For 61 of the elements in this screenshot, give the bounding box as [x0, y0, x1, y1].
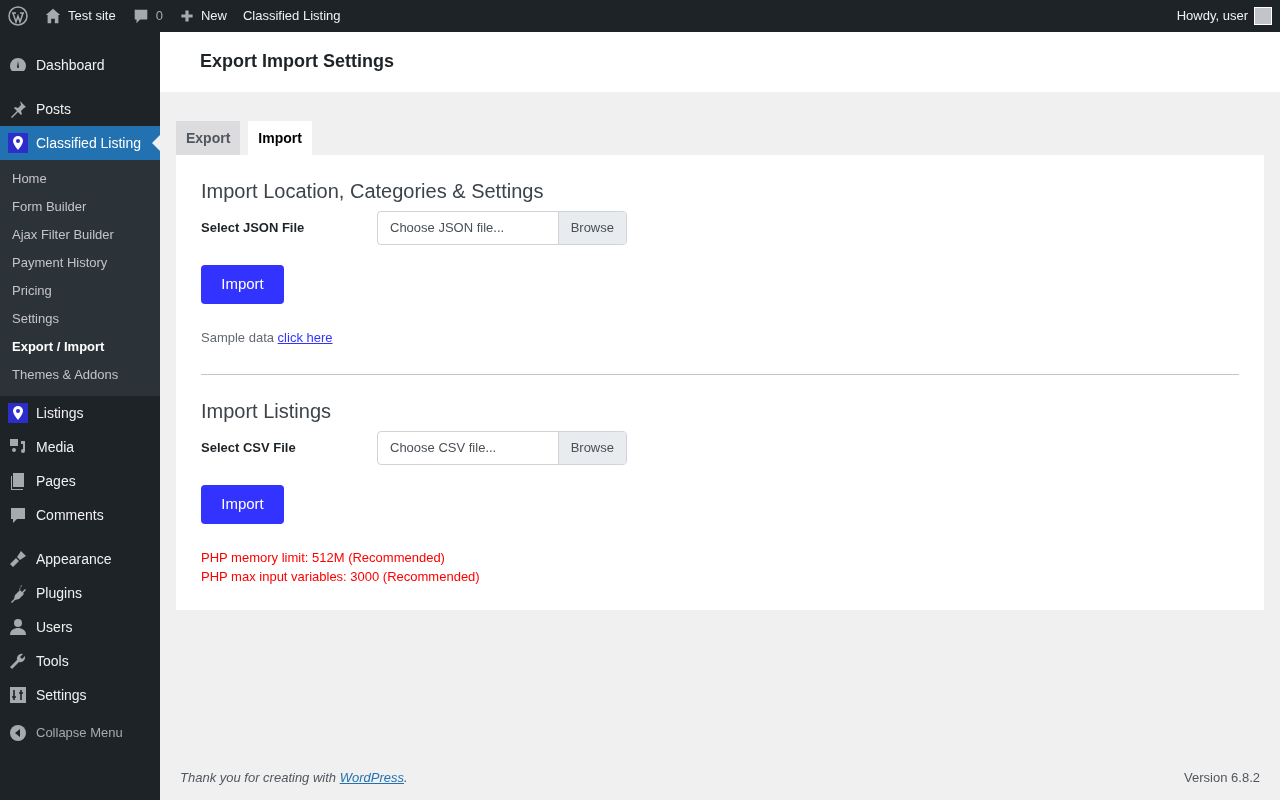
account-link[interactable]: Howdy, user: [1168, 0, 1280, 32]
new-link[interactable]: New: [170, 0, 235, 32]
avatar-icon: [1254, 7, 1272, 25]
sidebar-item[interactable]: Tools: [0, 644, 160, 678]
page-title: Export Import Settings: [200, 51, 394, 73]
wordpress-link[interactable]: WordPress: [339, 769, 404, 785]
sidebar-item[interactable]: Listings: [0, 396, 160, 430]
version-text: Version 6.8.2: [1184, 768, 1260, 787]
field-label: Select JSON File: [201, 219, 306, 238]
plugin-link[interactable]: Classified Listing: [234, 0, 349, 32]
submenu-item[interactable]: Home: [0, 165, 160, 193]
sidebar-item[interactable]: Comments: [0, 498, 160, 532]
speech-bubble-icon: [8, 505, 28, 525]
user-icon: [8, 617, 28, 637]
browse-button[interactable]: Browse: [557, 212, 626, 244]
site-link[interactable]: Test site: [36, 0, 124, 32]
sidebar-item[interactable]: Users: [0, 610, 160, 644]
import-button[interactable]: Import: [201, 484, 284, 524]
home-icon: [44, 7, 62, 25]
section-title: Import Listings: [201, 398, 333, 423]
tab[interactable]: Export: [176, 121, 241, 155]
collapse-menu-button[interactable]: Collapse Menu: [0, 716, 160, 750]
submenu-item[interactable]: Form Builder: [0, 193, 160, 221]
file-input-field[interactable]: Choose JSON file... Browse: [377, 211, 627, 245]
submenu-item[interactable]: Payment History: [0, 249, 160, 277]
paintbrush-icon: [8, 549, 28, 569]
warning-text: PHP max input variables: 3000 (Recommended): [201, 567, 481, 586]
browse-button[interactable]: Browse: [557, 431, 626, 464]
submenu-item[interactable]: Settings: [0, 305, 160, 333]
sidebar-item[interactable]: Dashboard: [0, 48, 160, 82]
field-label: Select CSV File: [201, 438, 297, 457]
sidebar-item[interactable]: Pages: [0, 464, 160, 498]
tab[interactable]: Import: [248, 121, 312, 155]
sidebar-item[interactable]: Classified Listing: [0, 126, 160, 160]
footer-text: Thank you for creating with WordPress.: [180, 768, 408, 787]
placeholder-text: Choose CSV file...: [389, 438, 498, 457]
import-button[interactable]: Import: [201, 265, 284, 304]
placeholder-text: Choose JSON file...: [389, 219, 506, 238]
location-pin-icon: [8, 133, 28, 153]
file-input-field[interactable]: Choose CSV file... Browse: [377, 430, 627, 465]
submenu-item[interactable]: Themes & Addons: [0, 361, 160, 389]
comments-link[interactable]: 0: [123, 0, 171, 32]
sample-data-note: Sample data click here: [201, 329, 334, 347]
submenu-item[interactable]: Ajax Filter Builder: [0, 221, 160, 249]
sliders-icon: [8, 685, 28, 705]
sidebar-item[interactable]: Posts: [0, 92, 160, 126]
wrench-icon: [8, 651, 28, 671]
submenu-item[interactable]: Pricing: [0, 277, 160, 305]
section-title: Import Location, Categories & Settings: [201, 179, 545, 203]
pointer-notch-icon: [152, 135, 160, 151]
click-here-link[interactable]: click here: [277, 330, 333, 345]
wordpress-logo-icon: [8, 6, 28, 26]
left-arrow-circle-icon: [8, 723, 28, 743]
location-pin-icon: [8, 403, 28, 423]
submenu-item[interactable]: Export / Import: [0, 333, 160, 361]
sidebar-item[interactable]: Settings: [0, 678, 160, 712]
sidebar-item[interactable]: Plugins: [0, 576, 160, 610]
sidebar-item[interactable]: Appearance: [0, 542, 160, 576]
plus-icon: [178, 8, 195, 24]
warning-text: PHP memory limit: 512M (Recommended): [201, 548, 446, 567]
sidebar-item[interactable]: Media: [0, 430, 160, 464]
